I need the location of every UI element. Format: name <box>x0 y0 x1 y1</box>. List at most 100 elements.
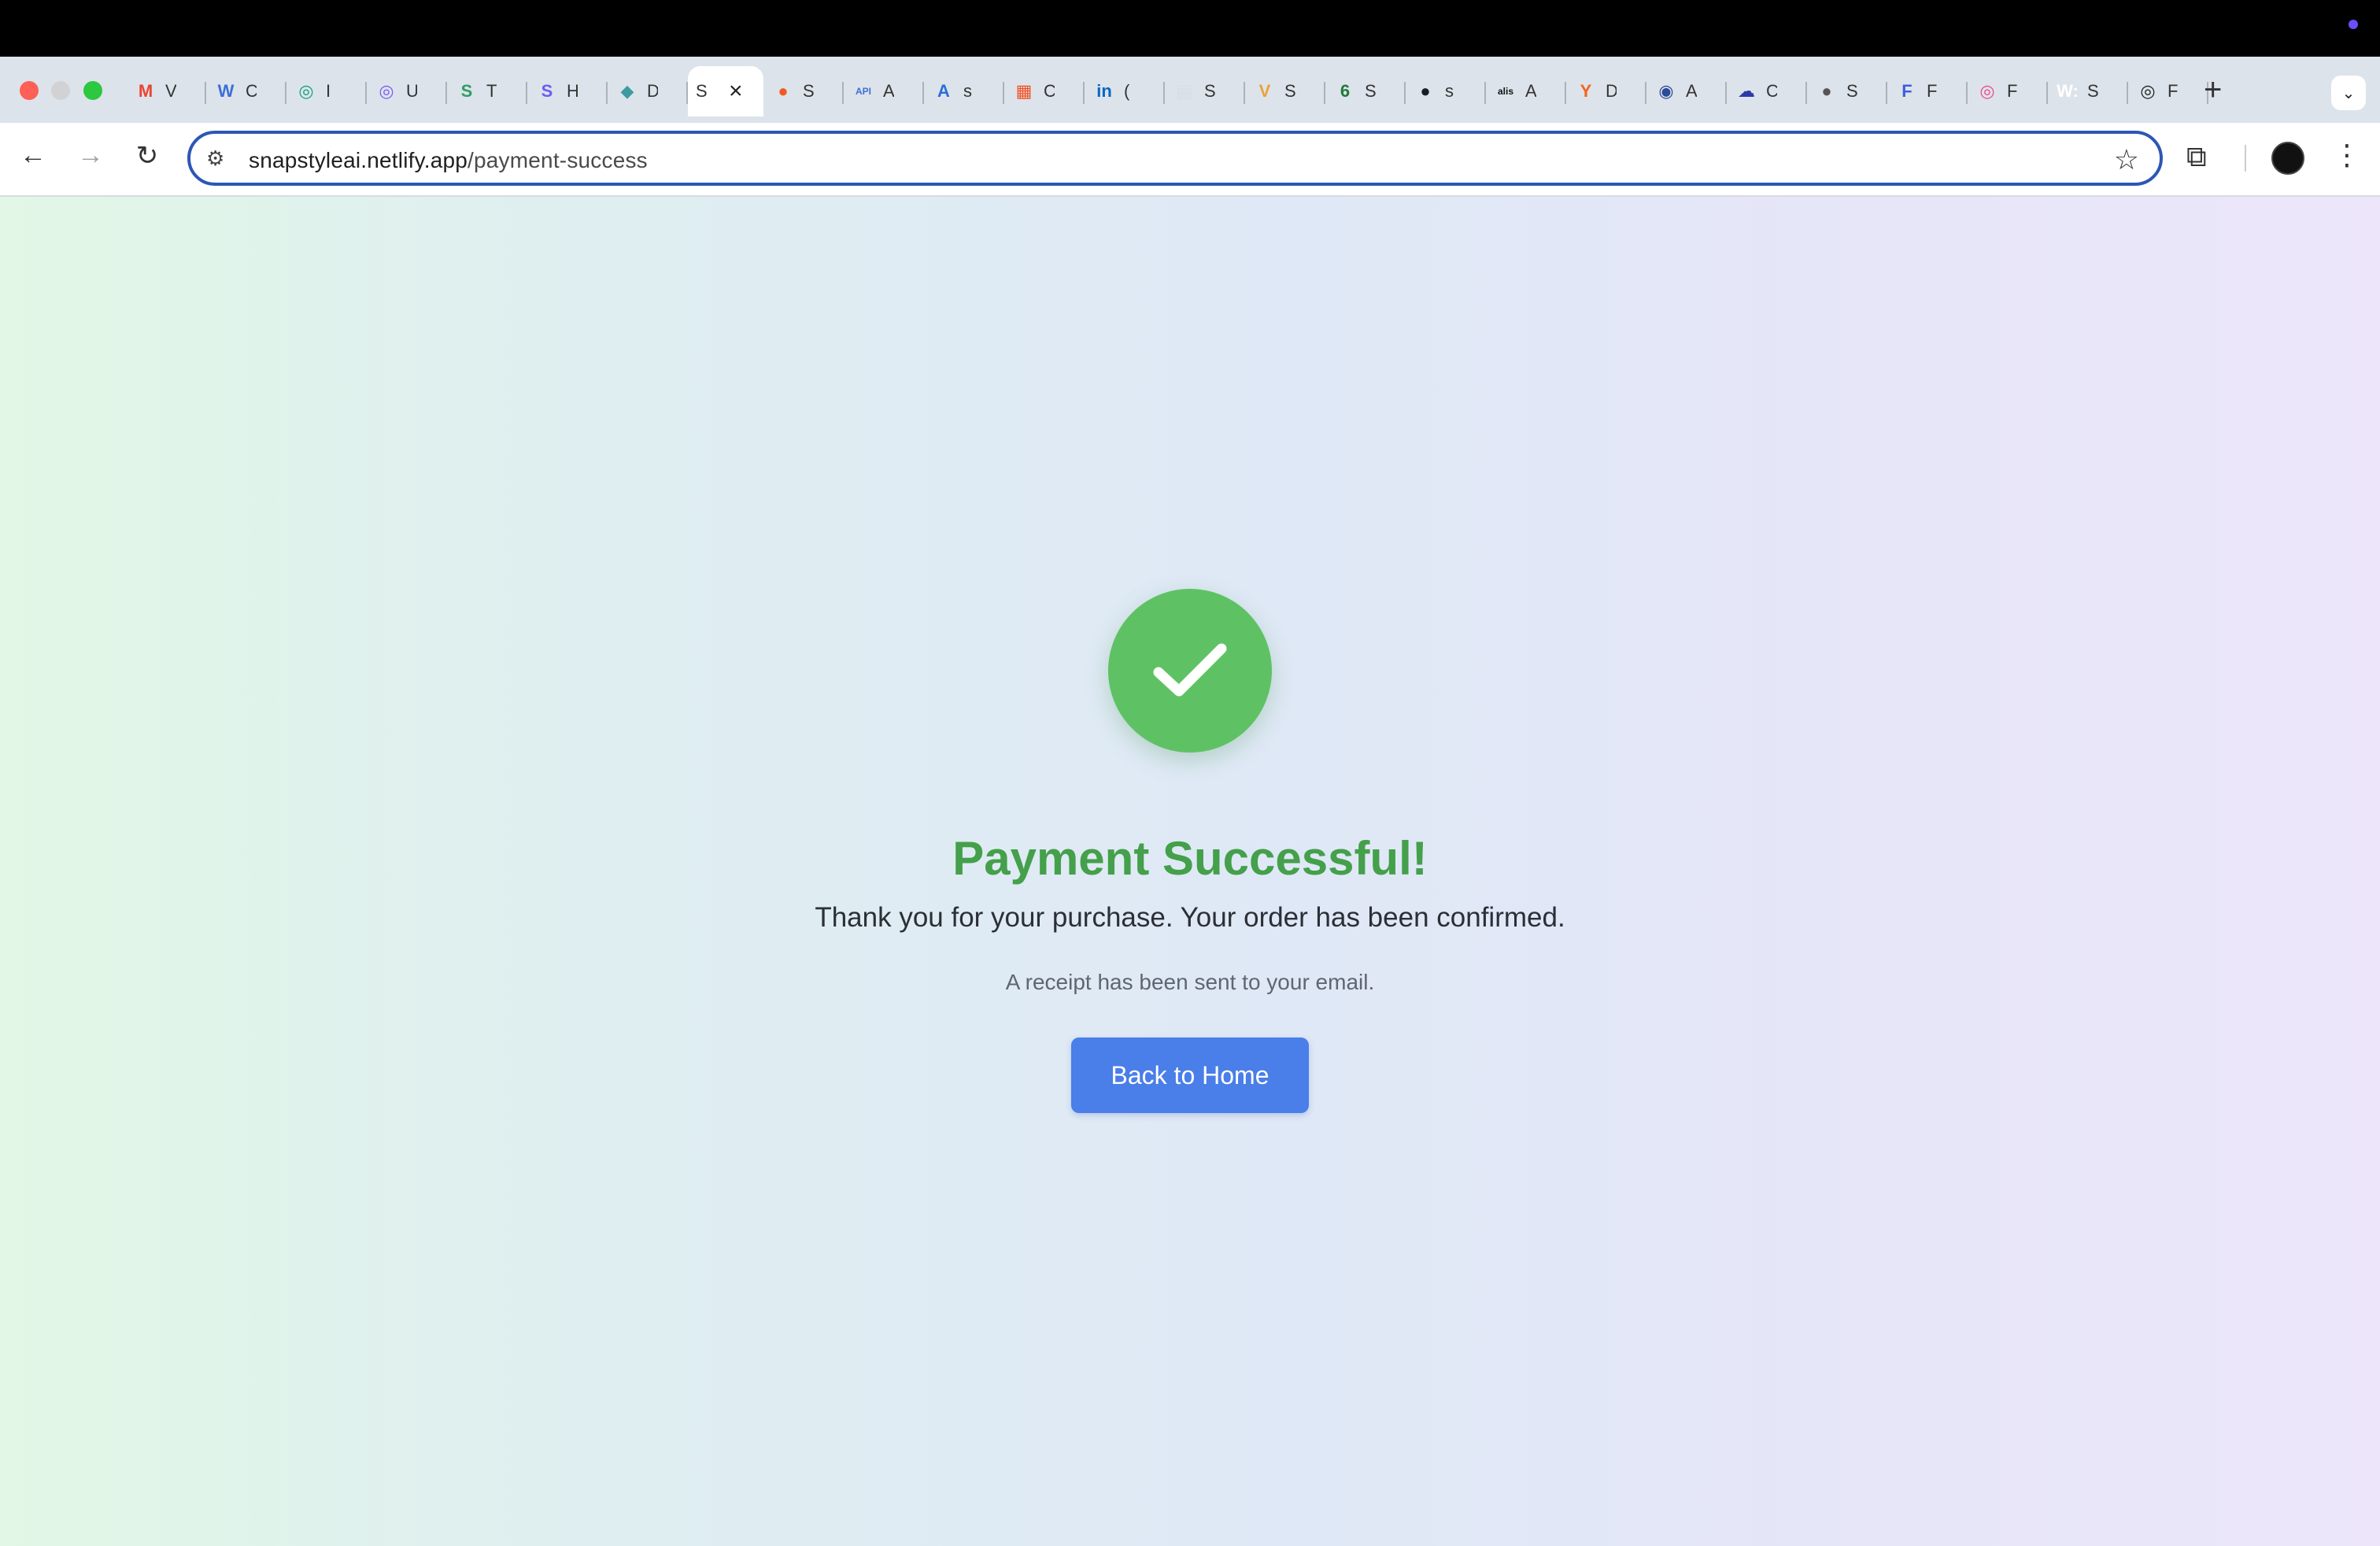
confirmation-message: Thank you for your purchase. Your order … <box>815 902 1565 933</box>
globe-icon: ◉ <box>1658 81 1674 101</box>
tab-title: T <box>486 81 497 101</box>
tab-title: S <box>696 81 707 101</box>
browser-tab[interactable]: alis A <box>1486 66 1566 117</box>
alis-icon: alis <box>1497 86 1513 97</box>
y-combinator-icon: Y <box>1580 81 1592 101</box>
browser-tab[interactable]: ◎ F <box>1968 66 2048 117</box>
bookmark-star-icon[interactable]: ☆ <box>2114 143 2139 176</box>
back-to-home-button[interactable]: Back to Home <box>1071 1037 1309 1113</box>
cloud-icon: ☁ <box>1738 81 1755 101</box>
tab-title: D <box>1606 81 1617 101</box>
address-bar[interactable]: ⚙ snapstyleai.netlify.app/payment-succes… <box>187 131 2163 186</box>
browser-tab[interactable]: ◎ U <box>367 66 447 117</box>
browser-tab[interactable]: FF <box>1887 66 1968 117</box>
browser-tab[interactable]: MV <box>126 66 206 117</box>
new-tab-button[interactable]: + <box>2204 72 2222 108</box>
openai-dark-icon: ◎ <box>2140 81 2156 101</box>
linkedin-icon: in <box>1096 81 1112 101</box>
w-square-icon: W: <box>2057 81 2079 101</box>
browser-tabs: M V W C ◎ I ◎ U S T S H ◆ D S × ● S API A As ▦ Cin(▤ S V S 6 S ● s ali… <box>126 66 2208 117</box>
tab-title: H <box>567 81 578 101</box>
tab-title: F <box>2168 81 2179 101</box>
checkmark-icon <box>1153 643 1227 697</box>
browser-tab[interactable]: in ( <box>1085 66 1165 117</box>
reload-icon[interactable]: ↻ <box>128 140 166 172</box>
browser-tab[interactable]: YD <box>1566 66 1646 117</box>
browser-tab[interactable]: ◆ D <box>608 66 688 117</box>
status-dot-icon <box>2349 20 2358 29</box>
browser-tab[interactable]: ◎ I <box>286 66 367 117</box>
browser-tab[interactable]: API A <box>844 66 924 117</box>
globe-dark-icon: ● <box>1821 81 1832 101</box>
browser-tab[interactable]: SH <box>527 66 608 117</box>
flame-icon: ● <box>778 81 789 101</box>
minimize-window-button[interactable] <box>51 81 70 100</box>
tab-title: A <box>1686 81 1697 101</box>
tab-title: ( <box>1124 81 1130 101</box>
spiral-icon: ◎ <box>379 81 394 101</box>
browser-tab[interactable]: WC <box>206 66 286 117</box>
success-check-circle <box>1108 589 1272 753</box>
browser-tab[interactable]: ▦ C <box>1004 66 1085 117</box>
browser-tab[interactable]: 6S <box>1325 66 1406 117</box>
tab-title: A <box>1525 81 1536 101</box>
tab-title: s <box>963 81 972 101</box>
tab-active[interactable]: S × <box>688 66 763 117</box>
tab-title: C <box>246 81 257 101</box>
browser-tab[interactable]: ☁ C <box>1727 66 1807 117</box>
browser-tab[interactable]: ● S <box>763 66 844 117</box>
tab-title: S <box>1284 81 1295 101</box>
browser-tab[interactable]: ▤ S <box>1165 66 1245 117</box>
receipt-note: A receipt has been sent to your email. <box>1005 970 1375 994</box>
openai-icon: ◎ <box>298 81 314 101</box>
browser-tab[interactable]: ● s <box>1406 66 1486 117</box>
azure-icon: A <box>937 81 950 101</box>
tab-title: A <box>883 81 894 101</box>
github-icon: ● <box>1420 81 1431 101</box>
w-logo-icon: W <box>217 81 235 101</box>
dribbble-icon: ◎ <box>1979 81 1995 101</box>
tab-title: S <box>1204 81 1215 101</box>
toolbar-divider <box>2245 145 2246 172</box>
tab-title: S <box>1846 81 1857 101</box>
tab-title: S <box>2087 81 2098 101</box>
forms-icon: F <box>1901 81 1913 101</box>
microsoft-icon: ▦ <box>1015 81 1033 101</box>
tab-title: F <box>2007 81 2018 101</box>
profile-avatar[interactable] <box>2271 142 2304 175</box>
tab-search-chevron-icon[interactable]: ⌄ <box>2331 76 2366 110</box>
browser-tab[interactable]: ◎ F <box>2128 66 2208 117</box>
s-logo-purple-icon: S <box>541 81 553 101</box>
maximize-window-button[interactable] <box>83 81 102 100</box>
browser-tab[interactable]: W: S <box>2048 66 2128 117</box>
browser-tab[interactable]: VS <box>1245 66 1325 117</box>
page-title: Payment Successful! <box>952 832 1428 885</box>
tab-title: F <box>1927 81 1938 101</box>
site-settings-icon[interactable]: ⚙ <box>206 146 224 171</box>
forward-arrow-icon[interactable]: → <box>72 140 109 171</box>
v-logo-icon: V <box>1258 81 1271 101</box>
tab-title: C <box>1044 81 1055 101</box>
close-window-button[interactable] <box>20 81 39 100</box>
browser-tab[interactable]: ◉ A <box>1646 66 1727 117</box>
tab-title: I <box>326 81 331 101</box>
close-tab-icon[interactable]: × <box>729 78 743 105</box>
s-logo-icon: S <box>460 81 473 101</box>
leaf-icon: 6 <box>1340 81 1351 101</box>
browser-tab[interactable]: ST <box>447 66 527 117</box>
url-text[interactable]: snapstyleai.netlify.app/payment-success <box>249 148 648 173</box>
extensions-puzzle-icon[interactable]: ⧉ <box>2186 140 2207 174</box>
browser-tab[interactable]: As <box>924 66 1004 117</box>
macos-menubar <box>0 0 2380 57</box>
more-options-icon[interactable]: ⋮ <box>2333 139 2361 172</box>
browser-tab[interactable]: ● S <box>1807 66 1887 117</box>
api-icon: API <box>855 86 871 97</box>
tab-title: S <box>803 81 814 101</box>
diamond-icon: ◆ <box>620 81 634 101</box>
tab-title: S <box>1365 81 1376 101</box>
tab-title: D <box>647 81 658 101</box>
tab-title: U <box>406 81 417 101</box>
back-arrow-icon[interactable]: ← <box>14 140 52 171</box>
url-path: /payment-success <box>468 148 648 172</box>
url-host: snapstyleai.netlify.app <box>249 148 468 172</box>
